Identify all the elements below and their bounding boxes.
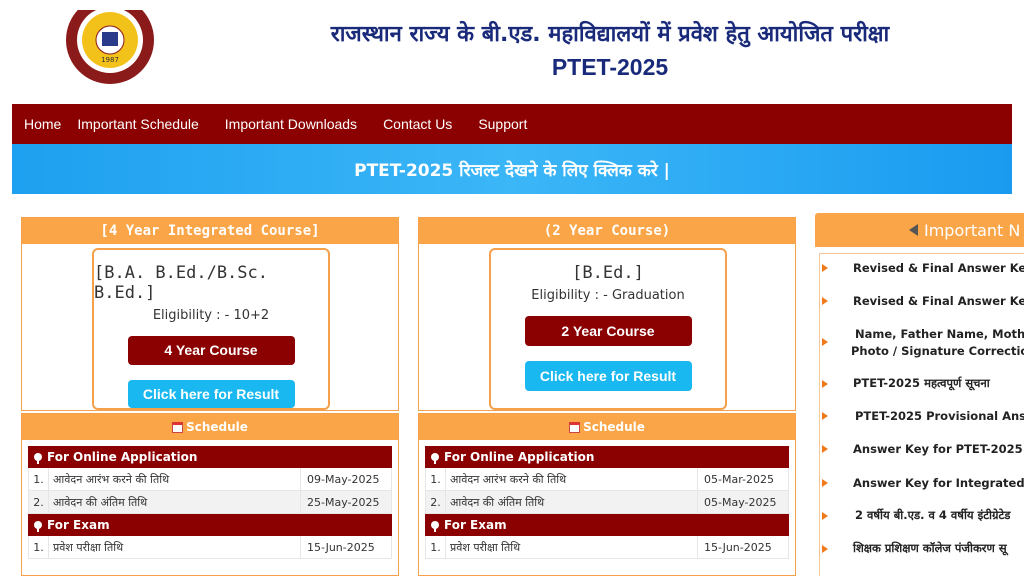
- notices-header: Important N: [815, 213, 1024, 247]
- row-label: आवेदन आरंभ करने की तिथि: [49, 468, 301, 490]
- row-number: 2.: [29, 491, 49, 513]
- pin-icon: [34, 521, 42, 532]
- table-row: 1. आवेदन आरंभ करने की तिथि 05-Mar-2025: [425, 468, 789, 491]
- course-eligibility: Eligibility : - 10+2: [152, 308, 270, 323]
- exam-heading: For Exam: [28, 514, 392, 536]
- four-year-course-button[interactable]: 4 Year Course: [127, 336, 295, 365]
- arrow-right-icon: [822, 479, 828, 487]
- nav-important-downloads[interactable]: Important Downloads: [225, 116, 357, 132]
- result-banner[interactable]: PTET-2025 रिजल्ट देखने के लिए क्लिक करे …: [12, 144, 1012, 194]
- nav-home[interactable]: Home: [24, 116, 61, 132]
- table-row: 2. आवेदन की अंतिम तिथि 05-May-2025: [425, 491, 789, 514]
- section-title: For Exam: [444, 518, 507, 532]
- notice-item[interactable]: Name, Father Name, Mother: [855, 326, 1024, 343]
- row-number: 1.: [29, 468, 49, 490]
- result-banner-link[interactable]: PTET-2025 रिजल्ट देखने के लिए क्लिक करे …: [354, 158, 670, 181]
- row-number: 1.: [426, 468, 446, 490]
- row-number: 2.: [426, 491, 446, 513]
- pin-icon: [431, 453, 439, 464]
- schedule-title: Schedule: [186, 420, 248, 434]
- schedule-table: For Online Application 1. आवेदन आरंभ करन…: [425, 446, 789, 559]
- schedule-table: For Online Application 1. आवेदन आरंभ करन…: [28, 446, 392, 559]
- course-card-2-year: (2 Year Course) [B.Ed.] Eligibility : - …: [418, 217, 796, 411]
- table-row: 1. आवेदन आरंभ करने की तिथि 09-May-2025: [28, 468, 392, 491]
- notice-item[interactable]: शिक्षक प्रशिक्षण कॉलेज पंजीकरण सू: [853, 541, 1024, 556]
- course-degree: [B.A. B.Ed./B.Sc. B.Ed.]: [94, 263, 268, 303]
- schedule-panel-2-year: Schedule For Online Application 1. आवेदन…: [418, 413, 796, 576]
- row-date: 09-May-2025: [307, 472, 380, 486]
- schedule-panel-4-year: Schedule For Online Application 1. आवेदन…: [21, 413, 399, 576]
- speaker-icon: [909, 224, 918, 236]
- course-info-box: [B.Ed.] Eligibility : - Graduation 2 Yea…: [489, 248, 727, 410]
- row-label: आवेदन आरंभ करने की तिथि: [446, 468, 698, 490]
- schedule-header: Schedule: [419, 414, 795, 440]
- notice-item[interactable]: PTET-2025 Provisional Answ: [855, 409, 1024, 423]
- row-label: आवेदन की अंतिम तिथि: [446, 491, 698, 513]
- main-navbar: Home Important Schedule Important Downlo…: [12, 104, 1012, 144]
- notice-item[interactable]: Revised & Final Answer Key: [853, 294, 1024, 308]
- university-logo: 1987: [58, 10, 162, 86]
- arrow-right-icon: [822, 412, 828, 420]
- notice-item[interactable]: PTET-2025 महत्वपूर्ण सूचना: [853, 376, 1024, 391]
- arrow-right-icon: [822, 380, 828, 388]
- online-application-heading: For Online Application: [425, 446, 789, 468]
- table-row: 1. प्रवेश परीक्षा तिथि 15-Jun-2025: [28, 536, 392, 559]
- course-degree: [B.Ed.]: [572, 263, 644, 283]
- nav-support[interactable]: Support: [478, 116, 527, 132]
- notice-item[interactable]: Revised & Final Answer Key: [853, 261, 1024, 275]
- schedule-title: Schedule: [583, 420, 645, 434]
- page-title-exam: PTET-2025: [551, 54, 669, 80]
- notice-item[interactable]: 2 वर्षीय बी.एड. व 4 वर्षीय इंटीग्रेटेड: [855, 508, 1024, 523]
- pin-icon: [431, 521, 439, 532]
- notice-item[interactable]: Photo / Signature Correction: [851, 343, 1024, 360]
- section-title: For Online Application: [444, 450, 595, 464]
- row-number: 1.: [29, 536, 49, 558]
- table-row: 1. प्रवेश परीक्षा तिथि 15-Jun-2025: [425, 536, 789, 559]
- arrow-right-icon: [822, 512, 828, 520]
- row-number: 1.: [426, 536, 446, 558]
- exam-heading: For Exam: [425, 514, 789, 536]
- row-label: प्रवेश परीक्षा तिथि: [446, 536, 698, 558]
- row-date: 05-Mar-2025: [704, 472, 774, 486]
- calendar-icon: [172, 421, 184, 433]
- arrow-right-icon: [822, 297, 828, 305]
- notices-title: Important N: [924, 220, 1021, 240]
- section-title: For Exam: [47, 518, 110, 532]
- course-eligibility: Eligibility : - Graduation: [531, 288, 685, 303]
- logo-year: 1987: [101, 56, 119, 64]
- row-label: आवेदन की अंतिम तिथि: [49, 491, 301, 513]
- notice-item[interactable]: Answer Key for PTET-2025: [853, 442, 1024, 456]
- notice-item[interactable]: Answer Key for Integrated-2: [853, 476, 1024, 490]
- section-title: For Online Application: [47, 450, 198, 464]
- row-date: 15-Jun-2025: [704, 540, 772, 554]
- course-card-4-year: [4 Year Integrated Course] [B.A. B.Ed./B…: [21, 217, 399, 411]
- calendar-icon: [569, 421, 581, 433]
- row-date: 15-Jun-2025: [307, 540, 375, 554]
- arrow-right-icon: [822, 445, 828, 453]
- course-info-box: [B.A. B.Ed./B.Sc. B.Ed.] Eligibility : -…: [92, 248, 330, 410]
- nav-contact-us[interactable]: Contact Us: [383, 116, 452, 132]
- four-year-result-button[interactable]: Click here for Result: [127, 379, 295, 408]
- course-card-header: [4 Year Integrated Course]: [22, 218, 398, 244]
- schedule-header: Schedule: [22, 414, 398, 440]
- arrow-right-icon: [822, 338, 828, 346]
- nav-important-schedule[interactable]: Important Schedule: [77, 116, 198, 132]
- arrow-right-icon: [822, 545, 828, 553]
- row-date: 05-May-2025: [704, 495, 777, 509]
- two-year-course-button[interactable]: 2 Year Course: [524, 316, 692, 346]
- online-application-heading: For Online Application: [28, 446, 392, 468]
- arrow-right-icon: [822, 264, 828, 272]
- table-row: 2. आवेदन की अंतिम तिथि 25-May-2025: [28, 491, 392, 514]
- course-card-header: (2 Year Course): [419, 218, 795, 244]
- two-year-result-button[interactable]: Click here for Result: [524, 361, 692, 391]
- row-label: प्रवेश परीक्षा तिथि: [49, 536, 301, 558]
- row-date: 25-May-2025: [307, 495, 380, 509]
- pin-icon: [34, 453, 42, 464]
- page-title-hindi: राजस्थान राज्य के बी.एड. महाविद्यालयों म…: [330, 22, 890, 47]
